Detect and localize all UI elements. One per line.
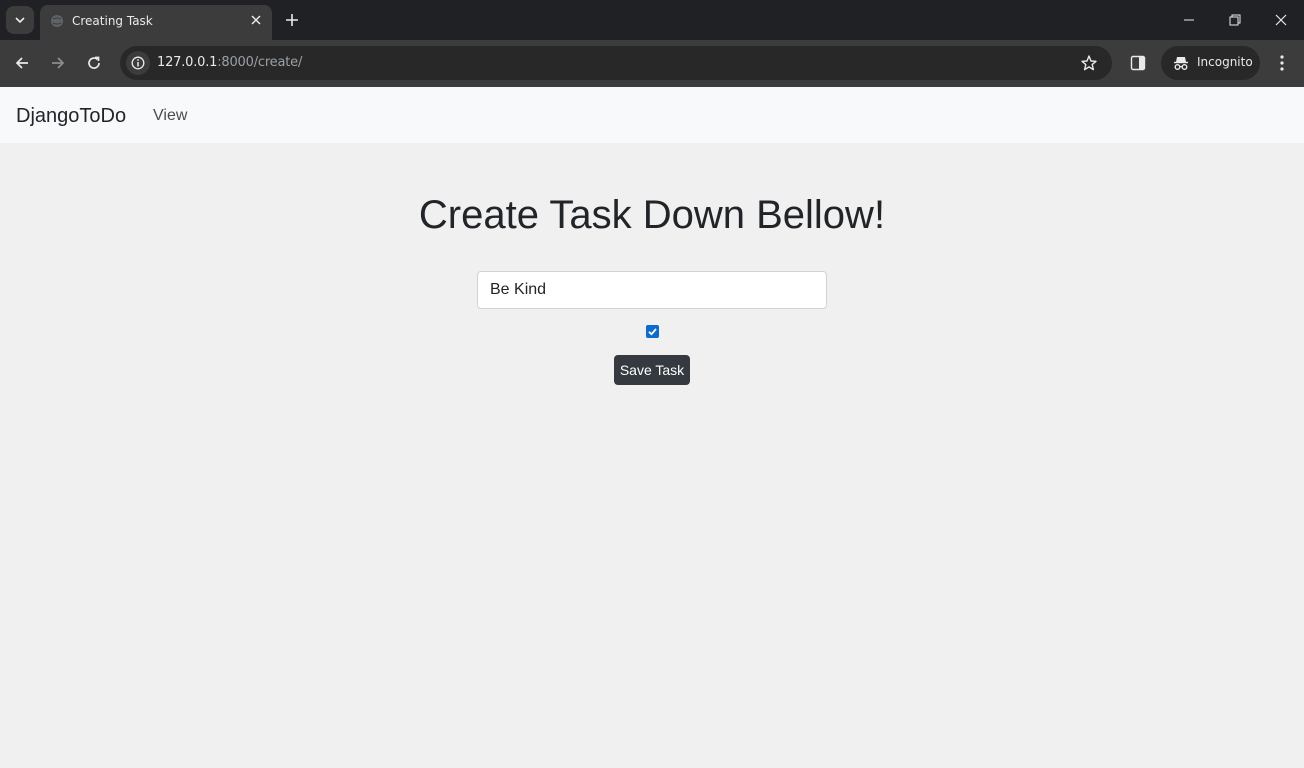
completed-checkbox[interactable] bbox=[646, 325, 659, 338]
incognito-label: Incognito bbox=[1197, 55, 1253, 69]
site-navbar: DjangoToDo View bbox=[0, 87, 1304, 143]
site-info-button[interactable] bbox=[126, 51, 150, 75]
url-text: 127.0.0.1:8000/create/ bbox=[157, 55, 302, 70]
navbar-brand[interactable]: DjangoToDo bbox=[16, 105, 126, 128]
incognito-icon bbox=[1174, 57, 1188, 70]
address-bar[interactable]: 127.0.0.1:8000/create/ bbox=[120, 46, 1112, 80]
arrow-right-icon[interactable] bbox=[49, 54, 67, 72]
browser-tabstrip: Creating Task bbox=[0, 0, 1304, 40]
url-host: 127.0.0.1 bbox=[157, 55, 218, 70]
plus-icon[interactable] bbox=[283, 11, 301, 29]
browser-toolbar: 127.0.0.1:8000/create/ Incognito bbox=[0, 40, 1304, 87]
minimize-icon[interactable] bbox=[1182, 13, 1196, 27]
incognito-profile-button[interactable]: Incognito bbox=[1161, 46, 1260, 80]
close-icon[interactable] bbox=[249, 13, 263, 27]
checkmark-icon bbox=[648, 328, 657, 336]
tab-search-button[interactable] bbox=[6, 6, 34, 34]
window-close-icon[interactable] bbox=[1274, 13, 1288, 27]
chevron-down-icon bbox=[15, 17, 25, 24]
globe-icon bbox=[51, 15, 63, 27]
url-path: :8000/create/ bbox=[217, 55, 303, 70]
reload-icon[interactable] bbox=[85, 54, 103, 72]
more-vert-icon[interactable] bbox=[1274, 54, 1290, 72]
star-icon[interactable] bbox=[1080, 54, 1098, 72]
arrow-left-icon[interactable] bbox=[13, 54, 31, 72]
page-heading: Create Task Down Bellow! bbox=[418, 193, 886, 237]
nav-link-view[interactable]: View bbox=[153, 107, 187, 125]
info-icon bbox=[131, 56, 145, 70]
save-task-button[interactable]: Save Task bbox=[614, 355, 690, 385]
tab-title: Creating Task bbox=[72, 14, 153, 28]
side-panel-icon[interactable] bbox=[1130, 55, 1146, 71]
restore-icon[interactable] bbox=[1228, 13, 1242, 27]
task-title-input[interactable] bbox=[477, 271, 827, 309]
browser-tab-active[interactable]: Creating Task bbox=[40, 5, 272, 40]
